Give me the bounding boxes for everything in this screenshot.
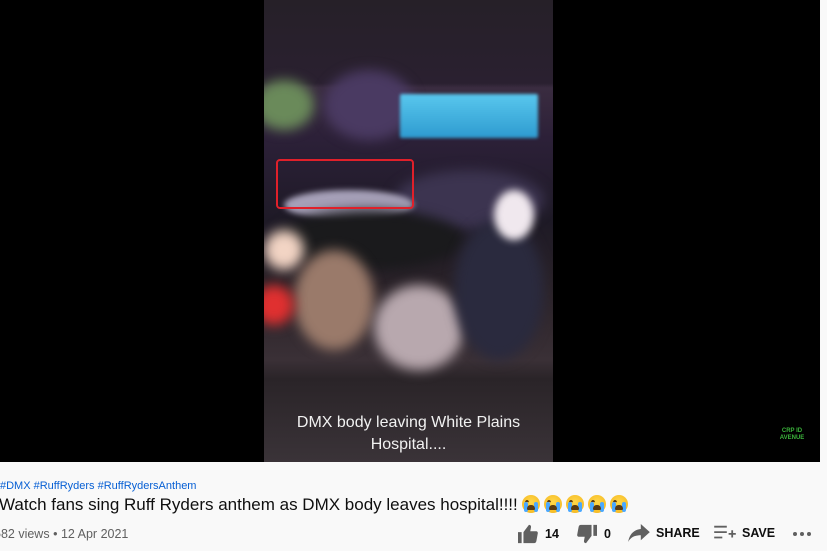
thumbs-up-icon [518,524,538,544]
hashtags: #DMX #RuffRyders #RuffRydersAnthem [0,480,196,492]
caption-line-2: Hospital.... [370,436,447,453]
highlight-box [276,159,414,209]
share-button[interactable]: SHARE [628,524,700,542]
crying-face-emoji [543,495,562,513]
dislike-button[interactable]: 0 [576,524,611,544]
watermark-line-1: CRP ID [781,428,803,434]
hashtag-link[interactable]: #DMX [0,480,31,492]
like-button[interactable]: 14 [517,524,559,544]
more-horizontal-icon [793,532,811,536]
video-frame[interactable]: DMX body leaving White Plains Hospital..… [264,0,553,462]
video-title: Watch fans sing Ruff Ryders anthem as DM… [0,494,628,516]
video-player[interactable]: DMX body leaving White Plains Hospital..… [0,0,820,462]
crying-face-emoji [565,495,584,513]
channel-watermark[interactable]: CRP ID AVENUE [772,428,812,442]
share-arrow-icon [628,524,650,542]
hashtag-link[interactable]: #RuffRydersAnthem [98,480,197,492]
add-to-playlist-icon [714,525,736,539]
video-meta: 582 views • 12 Apr 2021 [0,527,128,541]
dislike-count: 0 [604,527,611,541]
watermark-line-2: AVENUE [779,435,805,441]
crying-face-emoji [521,495,540,513]
video-caption: DMX body leaving White Plains Hospital..… [264,412,553,456]
hashtag-link[interactable]: #RuffRyders [34,480,95,492]
crying-face-emoji [609,495,628,513]
save-button[interactable]: SAVE [714,524,775,542]
upload-date: 12 Apr 2021 [60,527,129,541]
like-count: 14 [545,527,559,541]
more-actions-button[interactable] [792,526,812,542]
caption-line-1: DMX body leaving White Plains [296,414,521,431]
save-label: SAVE [742,526,776,540]
thumbs-down-icon [577,524,597,544]
share-label: SHARE [656,526,700,540]
view-count: 582 views [0,527,50,541]
video-title-text: Watch fans sing Ruff Ryders anthem as DM… [0,495,518,514]
crying-face-emoji [587,495,606,513]
stadium-screen [400,94,538,138]
meta-separator: • [53,527,58,541]
